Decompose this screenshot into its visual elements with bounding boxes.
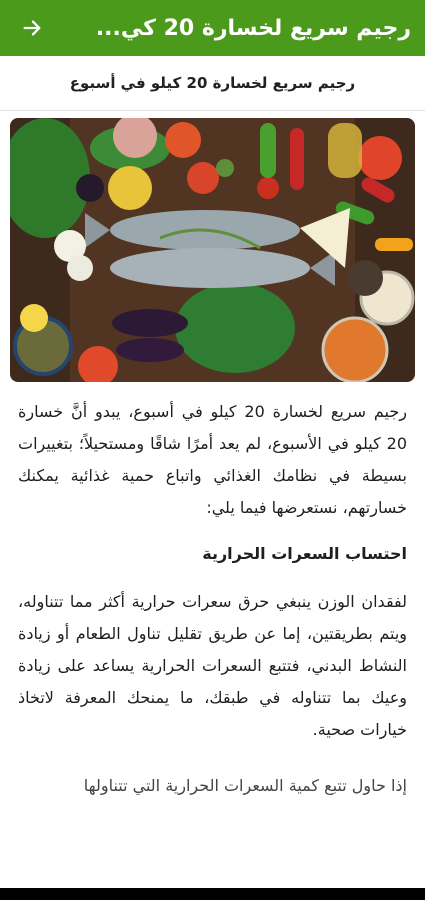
page-title: رجيم سريع لخسارة 20 كي... <box>95 15 411 41</box>
divider <box>0 110 425 111</box>
article-subtitle: رجيم سريع لخسارة 20 كيلو في أسبوع <box>69 74 356 92</box>
article-paragraph: رجيم سريع لخسارة 20 كيلو في أسبوع، يبدو … <box>18 402 407 517</box>
article-body: رجيم سريع لخسارة 20 كيلو في أسبوع، يبدو … <box>18 396 407 816</box>
food-photo <box>10 118 415 382</box>
article-paragraph: لفقدان الوزن ينبغي حرق سعرات حرارية أكثر… <box>18 592 407 739</box>
system-nav-bar <box>0 888 425 900</box>
article-paragraph: إذا حاول تتبع كمية السعرات الحرارية التي… <box>83 776 407 795</box>
food-illustration <box>10 118 415 382</box>
section-heading: احتساب السعرات الحرارية <box>202 544 407 563</box>
arrow-back-icon <box>23 20 41 36</box>
app-bar: رجيم سريع لخسارة 20 كي... <box>0 0 425 56</box>
content-scroll[interactable]: رجيم سريع لخسارة 20 كيلو في أسبوع رجيم س… <box>0 56 425 888</box>
back-button[interactable] <box>14 10 50 46</box>
